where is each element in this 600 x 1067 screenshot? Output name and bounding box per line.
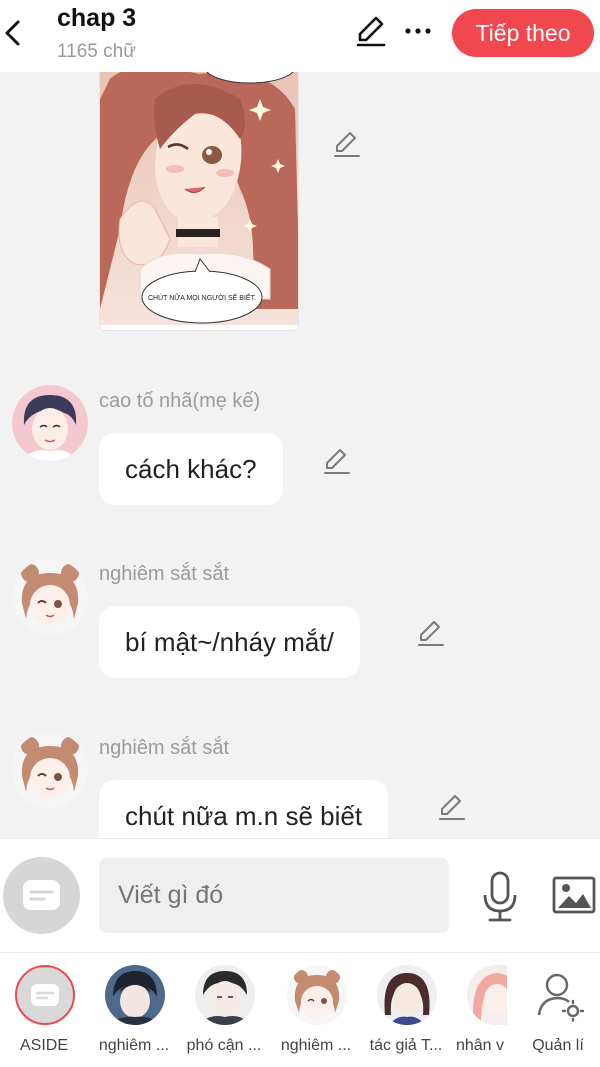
character-avatar-man	[195, 965, 255, 1025]
avatar	[287, 965, 347, 1025]
manage-icon-wrap	[529, 965, 589, 1025]
page-title: chap 3	[57, 4, 137, 32]
message-bubble[interactable]: bí mật~/nháy mắt/	[99, 606, 360, 678]
character-avatar-girl	[12, 559, 88, 635]
pencil-icon	[356, 16, 386, 47]
role-character[interactable]: phó cận ...	[181, 965, 267, 1065]
top-bar: chap 3 1165 chữ Tiếp theo	[0, 0, 600, 72]
role-name: Quản lí	[532, 1037, 584, 1054]
manage-roles-button[interactable]: Quản lí	[515, 965, 600, 1065]
sender-name: nghiêm sắt sắt	[99, 737, 230, 759]
role-character[interactable]: nhân v	[453, 965, 507, 1065]
chat-bubble-icon	[23, 880, 60, 910]
role-name: nghiêm ...	[280, 1037, 352, 1054]
character-avatar-boy	[105, 965, 165, 1025]
microphone-icon	[483, 871, 517, 922]
image-message[interactable]: CHÚT NỮA MỌI NGƯỜI SẼ BIẾT.	[99, 72, 299, 331]
image-upload-button[interactable]	[552, 875, 596, 915]
character-avatar-mother	[12, 385, 88, 461]
back-button[interactable]	[0, 8, 30, 56]
manga-illustration: CHÚT NỮA MỌI NGƯỜI SẼ BIẾT.	[100, 72, 298, 330]
more-dots-icon	[405, 28, 431, 34]
more-button[interactable]	[402, 14, 434, 48]
role-character[interactable]: nghiêm ...	[273, 965, 359, 1065]
edit-message-button[interactable]	[332, 129, 362, 159]
role-selector-bar: ASIDE nghiêm ... phó cận ... nghiêm ... …	[0, 952, 600, 1067]
composer-bar	[0, 838, 600, 952]
sender-name: nghiêm sắt sắt	[99, 563, 230, 585]
role-name: nghiêm ...	[98, 1037, 170, 1054]
user-gear-icon	[537, 973, 585, 1023]
next-chapter-button[interactable]: Tiếp theo	[452, 9, 594, 57]
pencil-icon	[324, 449, 350, 474]
role-name: tác giả T...	[369, 1037, 443, 1054]
avatar[interactable]	[12, 385, 88, 461]
pencil-icon	[439, 795, 465, 820]
avatar	[377, 965, 437, 1025]
role-aside[interactable]: ASIDE	[1, 965, 87, 1065]
edit-message-button[interactable]	[437, 792, 467, 822]
edit-message-button[interactable]	[322, 446, 352, 476]
character-avatar-girl	[287, 965, 347, 1025]
role-name: ASIDE	[19, 1037, 68, 1054]
avatar[interactable]	[12, 732, 88, 808]
role-character[interactable]: tác giả T...	[363, 965, 449, 1065]
chevron-left-icon	[5, 20, 20, 46]
pencil-icon	[418, 621, 444, 646]
edit-chapter-button[interactable]	[354, 14, 388, 48]
message-bubble[interactable]: chút nữa m.n sẽ biết	[99, 780, 389, 838]
character-avatar-author	[377, 965, 437, 1025]
role-character[interactable]: nghiêm ...	[91, 965, 177, 1065]
word-count: 1165 chữ	[57, 41, 136, 62]
chat-bubble-icon	[31, 984, 59, 1006]
avatar	[15, 965, 75, 1025]
pencil-icon	[334, 132, 360, 157]
avatar	[467, 965, 507, 1025]
role-name: phó cận ...	[186, 1037, 262, 1054]
avatar	[105, 965, 165, 1025]
chat-area[interactable]: CHÚT NỮA MỌI NGƯỜI SẼ BIẾT. cao tố nhã(m…	[0, 72, 600, 838]
role-name: nhân v	[455, 1037, 505, 1054]
voice-button[interactable]	[480, 869, 520, 925]
message-bubble[interactable]: cách khác?	[99, 433, 283, 505]
image-icon	[552, 876, 596, 914]
message-input[interactable]	[99, 858, 449, 933]
avatar[interactable]	[12, 559, 88, 635]
sender-name: cao tố nhã(mẹ kế)	[99, 390, 261, 412]
avatar	[195, 965, 255, 1025]
character-avatar-girl	[12, 732, 88, 808]
aside-toggle-button[interactable]	[3, 857, 80, 934]
edit-message-button[interactable]	[416, 618, 446, 648]
character-avatar-character	[467, 965, 507, 1025]
